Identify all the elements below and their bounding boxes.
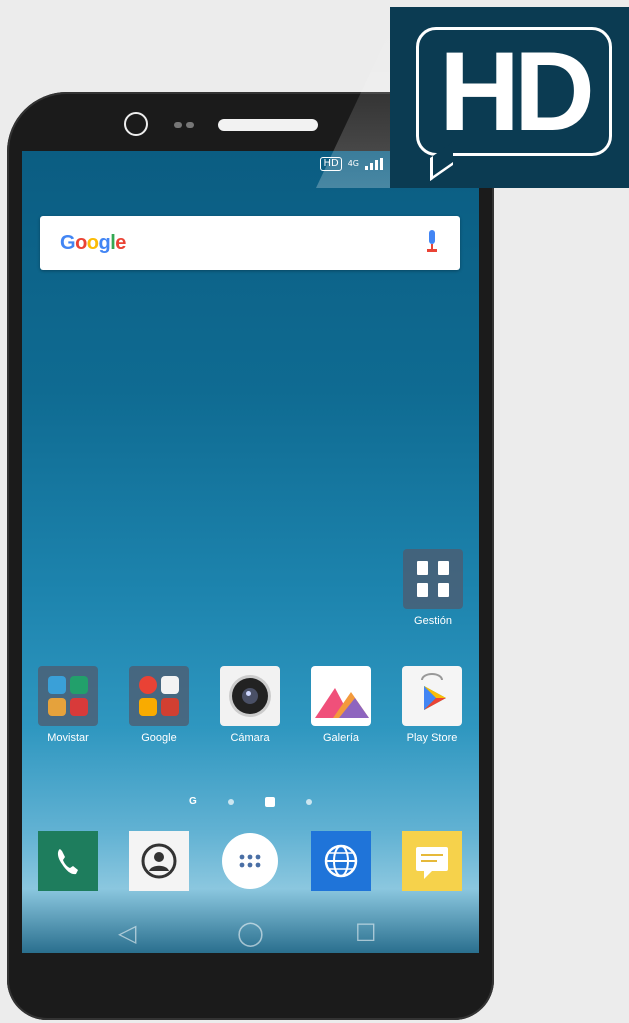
recents-icon[interactable]: ☐ [355, 919, 377, 947]
front-camera-icon [124, 112, 148, 136]
phone-icon[interactable] [38, 831, 98, 891]
page-dot[interactable] [306, 798, 313, 805]
google-logo: Google [60, 231, 126, 254]
folder-icon [129, 666, 189, 726]
sensor-icon [174, 122, 182, 128]
app-label: Play Store [406, 732, 458, 744]
app-movistar[interactable]: Movistar [28, 666, 108, 744]
app-google-folder[interactable]: Google [119, 666, 199, 744]
home-page-dot[interactable] [264, 796, 275, 807]
hd-badge: HD [390, 7, 629, 188]
app-label: Cámara [230, 732, 270, 744]
folder-gestion[interactable]: Gestión [393, 549, 473, 627]
mic-icon[interactable] [426, 230, 438, 256]
navigation-bar: ◁ ◯ ☐ [22, 913, 479, 953]
app-camara[interactable]: Cámara [210, 666, 290, 744]
folder-icon [403, 549, 463, 609]
page-dot[interactable] [227, 798, 234, 805]
camera-icon [220, 666, 280, 726]
app-galeria[interactable]: Galería [301, 666, 381, 744]
hd-badge-text: HD [439, 28, 595, 154]
back-icon[interactable]: ◁ [118, 919, 136, 947]
hd-speech-bubble: HD [416, 27, 612, 156]
home-icon[interactable]: ◯ [237, 919, 264, 947]
sensor-icon [186, 122, 194, 128]
page-indicator: G [22, 791, 479, 810]
browser-icon[interactable] [311, 831, 371, 891]
play-store-icon [402, 666, 462, 726]
contacts-icon[interactable] [129, 831, 189, 891]
google-search-bar[interactable]: Google [40, 216, 460, 270]
earpiece-speaker [218, 119, 318, 131]
home-screen: HD 4G Google Gestión Movistar [22, 151, 479, 953]
apps-drawer-icon[interactable] [220, 831, 280, 891]
folder-icon [38, 666, 98, 726]
gallery-icon [311, 666, 371, 726]
app-label: Galería [322, 732, 360, 744]
app-label: Movistar [47, 732, 89, 744]
folder-label: Gestión [414, 615, 452, 627]
app-play-store[interactable]: Play Store [392, 666, 472, 744]
app-label: Google [141, 732, 177, 744]
google-page-dot[interactable]: G [189, 796, 197, 807]
dock [22, 831, 479, 891]
messages-icon[interactable] [402, 831, 462, 891]
